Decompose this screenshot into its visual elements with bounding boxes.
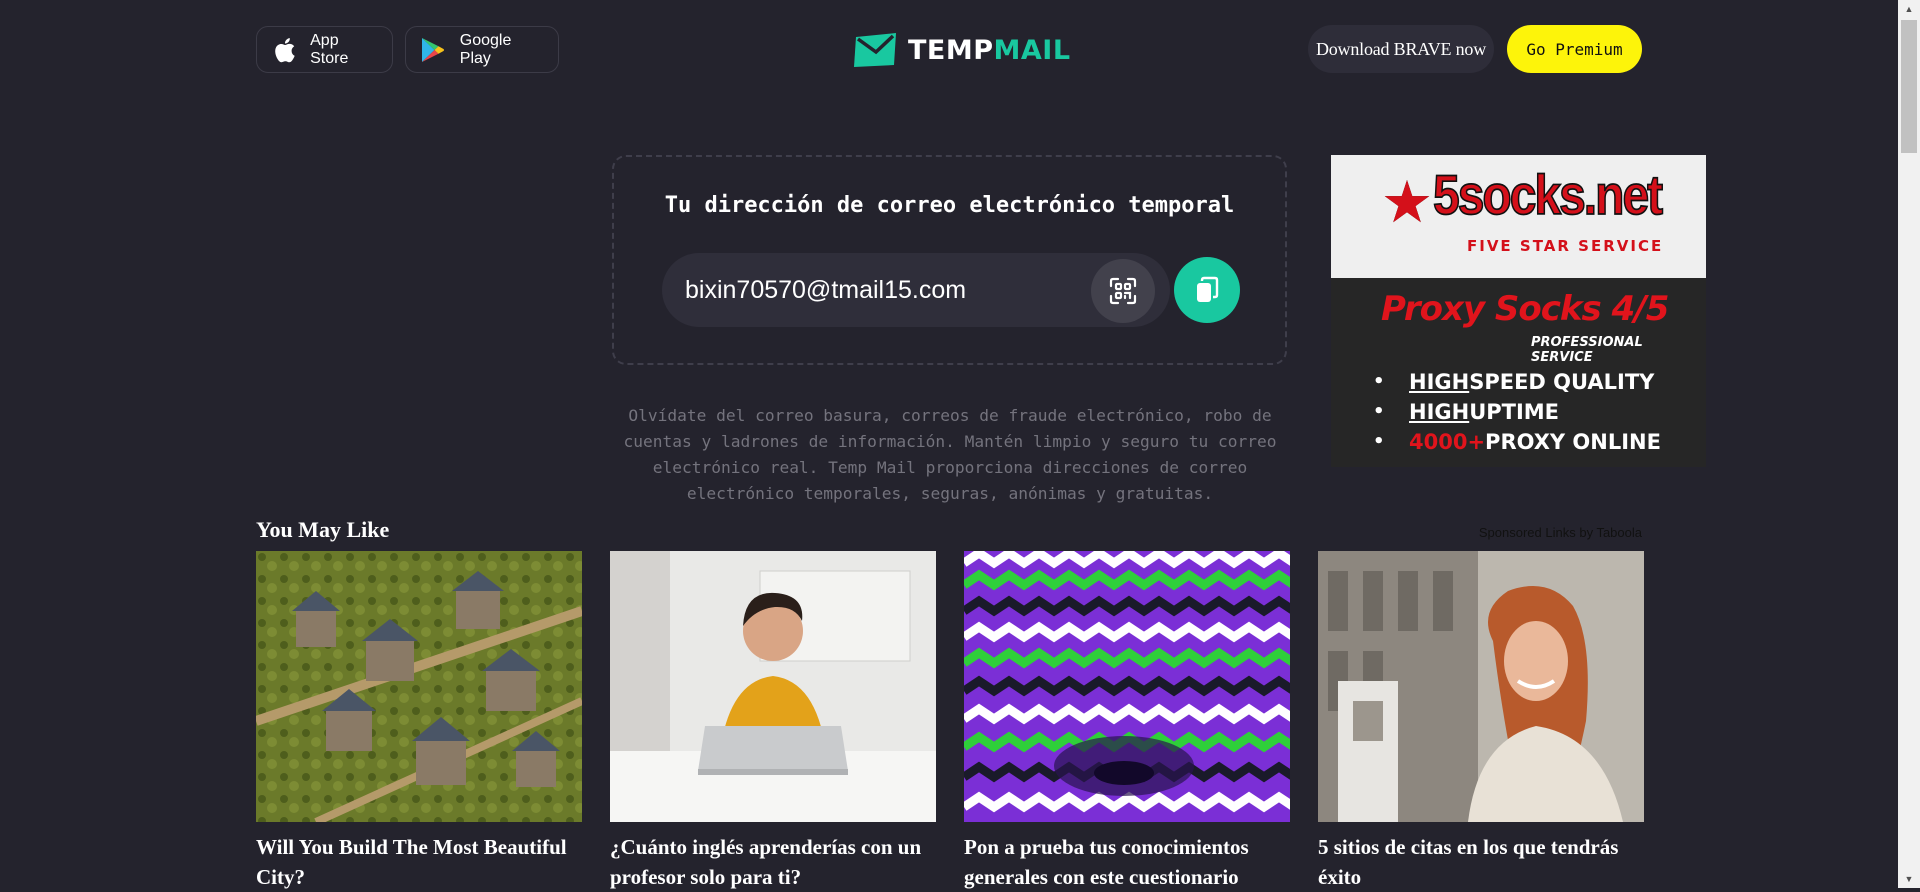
ad-bullet-highlight: 4000+ (1409, 430, 1486, 454)
card-image (1318, 551, 1644, 822)
card-image (964, 551, 1290, 822)
recommendation-card[interactable]: 5 sitios de citas en los que tendrás éxi… (1318, 551, 1644, 892)
ad-bullet: • HIGH SPEED QUALITY (1373, 367, 1661, 397)
card-caption: 5 sitios de citas en los que tendrás éxi… (1318, 835, 1619, 889)
card-caption: Pon a prueba tus conocimientos generales… (964, 835, 1249, 889)
ad-brand-text: socks.net (1457, 165, 1664, 228)
go-premium-button[interactable]: Go Premium (1507, 25, 1642, 73)
temp-email-box: Tu dirección de correo electrónico tempo… (612, 155, 1287, 365)
copy-icon (1197, 276, 1219, 302)
star-icon: ★ (1381, 170, 1433, 235)
tempmail-logo[interactable]: TEMPMAIL (852, 30, 1071, 70)
ad-banner-top: ★ 5socks.net FIVE STAR SERVICE (1331, 155, 1706, 278)
envelope-logo-icon (854, 33, 896, 67)
google-play-icon (420, 36, 446, 64)
vertical-scrollbar[interactable]: ▲ ▼ (1898, 0, 1920, 888)
card-image (610, 551, 936, 822)
qr-code-button[interactable] (1091, 259, 1155, 323)
logo-word-mail: MAIL (993, 34, 1071, 66)
scroll-up-arrow-icon[interactable]: ▲ (1898, 0, 1920, 18)
ad-bullet: • HIGH UPTIME (1373, 397, 1661, 427)
google-play-button[interactable]: Google Play (405, 26, 559, 73)
ad-tagline: FIVE STAR SERVICE (1467, 237, 1664, 255)
you-may-like-heading: You May Like (256, 517, 390, 542)
bullet-icon: • (1373, 401, 1385, 422)
logo-word-temp: TEMP (908, 34, 994, 66)
ad-bullet: • 4000+ PROXY ONLINE (1373, 427, 1661, 457)
recommendation-card[interactable]: ¿Cuánto inglés aprenderías con un profes… (610, 551, 936, 892)
site-header: App Store Google Play TEMPMAIL Download … (0, 0, 1920, 100)
ad-brand: ★ 5socks.net (1381, 165, 1664, 235)
qr-code-icon (1109, 277, 1137, 305)
ad-bullet-text: UPTIME (1469, 400, 1560, 424)
card-image (256, 551, 582, 822)
sponsored-links-label[interactable]: Sponsored Links by Taboola (1470, 525, 1642, 540)
download-brave-button[interactable]: Download BRAVE now (1308, 25, 1494, 73)
ad-bullet-highlight: HIGH (1409, 370, 1470, 394)
logo-wordmark: TEMPMAIL (908, 35, 1071, 66)
recommendation-card[interactable]: Will You Build The Most Beautiful City? (256, 551, 582, 892)
email-address: bixin70570@tmail15.com (685, 275, 967, 304)
ad-bullet-text: SPEED QUALITY (1469, 370, 1655, 394)
google-play-label: Google Play (459, 31, 512, 67)
ad-bullet-text: PROXY ONLINE (1485, 430, 1661, 454)
copy-button[interactable] (1174, 257, 1240, 323)
app-store-label: App Store (310, 31, 349, 67)
ad-headline: Proxy Socks 4/5 (1381, 289, 1669, 329)
bullet-icon: • (1373, 371, 1385, 392)
apple-icon (271, 36, 296, 64)
scroll-down-arrow-icon[interactable]: ▼ (1898, 870, 1920, 888)
proxy-socks-ad[interactable]: ★ 5socks.net FIVE STAR SERVICE Proxy Soc… (1331, 155, 1706, 467)
service-description: Olvídate del correo basura, correos de f… (623, 406, 1277, 503)
ad-brand-digit: 5 (1432, 165, 1460, 228)
ad-bullet-highlight: HIGH (1409, 400, 1470, 424)
ad-subheadline: PROFESSIONAL SERVICE (1531, 335, 1643, 365)
card-caption: Will You Build The Most Beautiful City? (256, 835, 567, 889)
bullet-icon: • (1373, 431, 1385, 452)
recommendation-card[interactable]: Pon a prueba tus conocimientos generales… (964, 551, 1290, 892)
email-box-title: Tu dirección de correo electrónico tempo… (664, 193, 1235, 218)
app-store-button[interactable]: App Store (256, 26, 393, 73)
card-caption: ¿Cuánto inglés aprenderías con un profes… (610, 835, 922, 889)
ad-bullets: • HIGH SPEED QUALITY • HIGH UPTIME • 4000+ … (1373, 367, 1661, 457)
ad-brand-domain: 5socks.net (1432, 165, 1664, 228)
scrollbar-thumb[interactable] (1901, 20, 1917, 153)
